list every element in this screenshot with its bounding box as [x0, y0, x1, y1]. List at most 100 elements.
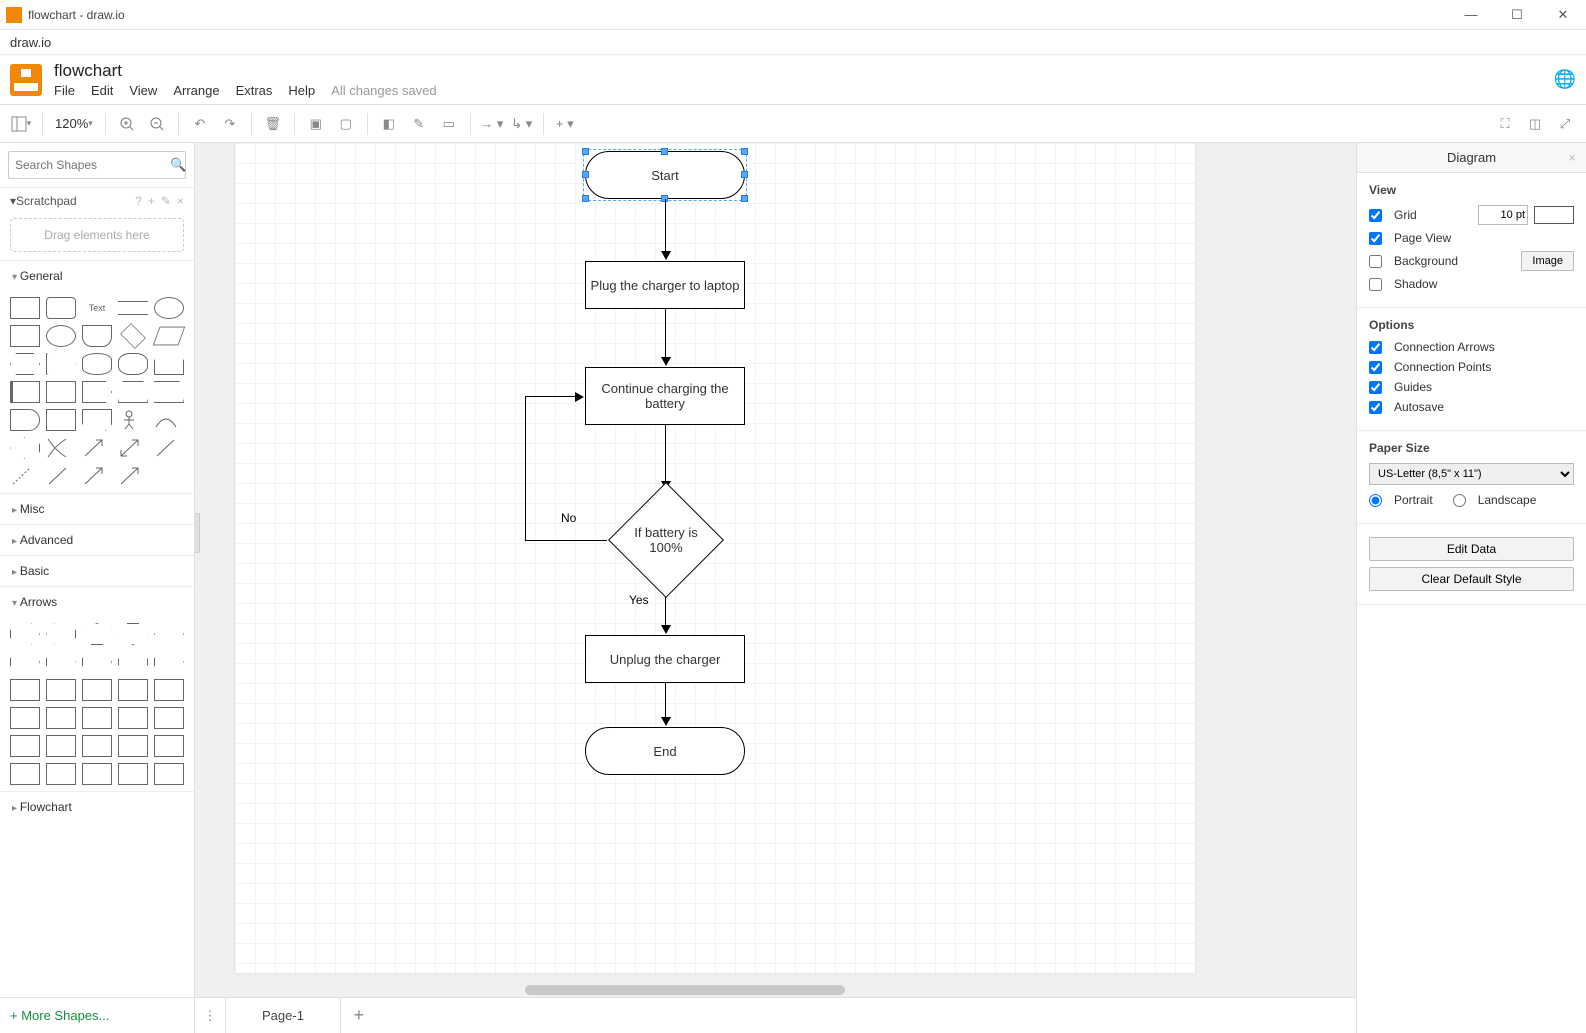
arrow-28[interactable] — [82, 763, 112, 785]
maximize-button[interactable]: ☐ — [1494, 0, 1540, 30]
shadow-checkbox[interactable] — [1369, 278, 1382, 291]
scratchpad-dropzone[interactable]: Drag elements here — [10, 218, 184, 252]
fullscreen-icon[interactable]: ⛶ — [1492, 111, 1518, 137]
zoom-out-icon[interactable] — [144, 111, 170, 137]
edge-no-v[interactable] — [525, 396, 526, 541]
menu-arrange[interactable]: Arrange — [173, 83, 219, 98]
shape-biarrow[interactable] — [118, 437, 148, 459]
shape-arrow-ne[interactable] — [82, 437, 112, 459]
shape-ellipse[interactable] — [154, 297, 184, 319]
grid-size-input[interactable] — [1478, 205, 1528, 225]
grid-checkbox[interactable] — [1369, 209, 1382, 222]
shape-diamond[interactable] — [120, 323, 146, 349]
shape-cloud[interactable] — [118, 353, 148, 375]
search-icon[interactable]: 🔍 — [170, 157, 186, 173]
shape-actor[interactable] — [118, 409, 148, 431]
arrow-lr[interactable] — [154, 623, 184, 645]
shape-tape[interactable] — [154, 381, 184, 403]
arrow-up[interactable] — [82, 623, 112, 645]
shape-dashline[interactable] — [10, 465, 40, 487]
landscape-radio[interactable] — [1453, 494, 1466, 507]
arrow-26[interactable] — [10, 763, 40, 785]
edge-no-h1[interactable] — [525, 540, 607, 541]
shape-line2[interactable] — [46, 465, 76, 487]
waypoint-icon[interactable]: ↳ ▾ — [509, 111, 535, 137]
arrow-21[interactable] — [10, 735, 40, 757]
redo-icon[interactable]: ↷ — [217, 111, 243, 137]
close-panel-icon[interactable]: × — [1568, 150, 1576, 165]
shape-square[interactable] — [10, 325, 40, 347]
shadow-icon[interactable]: ▭ — [436, 111, 462, 137]
menu-file[interactable]: File — [54, 83, 75, 98]
minimize-button[interactable]: — — [1448, 0, 1494, 30]
expand-icon[interactable]: ⤢ — [1552, 111, 1578, 137]
arrow-14[interactable] — [118, 679, 148, 701]
menu-help[interactable]: Help — [288, 83, 315, 98]
shape-line[interactable] — [154, 437, 184, 459]
node-continue[interactable]: Continue charging the battery — [585, 367, 745, 425]
arrow-8[interactable] — [82, 651, 112, 673]
shape-parallelogram[interactable] — [153, 327, 185, 346]
menu-edit[interactable]: Edit — [91, 83, 113, 98]
arrow-17[interactable] — [46, 707, 76, 729]
node-plug[interactable]: Plug the charger to laptop — [585, 261, 745, 309]
arrow-18[interactable] — [82, 707, 112, 729]
portrait-radio[interactable] — [1369, 494, 1382, 507]
shape-triangle[interactable] — [46, 353, 76, 375]
edge-no-h2[interactable] — [525, 396, 577, 397]
shape-card[interactable] — [46, 409, 76, 431]
horizontal-scrollbar[interactable] — [525, 985, 845, 995]
guides-checkbox[interactable] — [1369, 381, 1382, 394]
line-color-icon[interactable]: ✎ — [406, 111, 432, 137]
scratchpad-header[interactable]: ▾ Scratchpad ? + ✎ × — [0, 187, 194, 214]
arrow-6[interactable] — [10, 651, 40, 673]
page-tab-1[interactable]: Page-1 — [225, 998, 341, 1033]
shape-doc[interactable] — [154, 353, 184, 375]
edge-2[interactable] — [665, 309, 666, 359]
shape-process[interactable] — [82, 325, 112, 347]
canvas[interactable]: Start Plug the charger to laptop Continu… — [195, 143, 1356, 1033]
category-basic[interactable]: Basic — [0, 555, 194, 586]
arrow-13[interactable] — [82, 679, 112, 701]
add-icon[interactable]: + — [148, 194, 155, 208]
arrow-22[interactable] — [46, 735, 76, 757]
add-page-button[interactable]: + — [341, 1005, 377, 1026]
shape-trap[interactable] — [118, 381, 148, 403]
edge-3[interactable] — [665, 425, 666, 483]
arrow-left[interactable] — [46, 623, 76, 645]
node-end[interactable]: End — [585, 727, 745, 775]
node-decision[interactable]: If battery is 100% — [608, 482, 724, 598]
edge-1[interactable] — [665, 199, 666, 253]
arrow-11[interactable] — [10, 679, 40, 701]
arrow-12[interactable] — [46, 679, 76, 701]
edge-5[interactable] — [665, 683, 666, 719]
grid-color-swatch[interactable] — [1534, 206, 1574, 224]
zoom-in-icon[interactable] — [114, 111, 140, 137]
arrow-25[interactable] — [154, 735, 184, 757]
edge-yes[interactable] — [665, 597, 666, 627]
shape-internal[interactable] — [10, 381, 40, 403]
node-unplug[interactable]: Unplug the charger — [585, 635, 745, 683]
edit-data-button[interactable]: Edit Data — [1369, 537, 1574, 561]
category-misc[interactable]: Misc — [0, 493, 194, 524]
shape-or[interactable] — [46, 437, 76, 459]
arrow-10[interactable] — [154, 651, 184, 673]
autosave-checkbox[interactable] — [1369, 401, 1382, 414]
arrow-7[interactable] — [46, 651, 76, 673]
zoom-level[interactable]: 120% ▾ — [51, 111, 97, 137]
menu-extras[interactable]: Extras — [236, 83, 273, 98]
shape-note[interactable] — [10, 409, 40, 431]
format-panel-icon[interactable]: ◫ — [1522, 111, 1548, 137]
page-menu-icon[interactable]: ⋮ — [195, 1008, 225, 1024]
arrow-30[interactable] — [154, 763, 184, 785]
search-input[interactable] — [15, 158, 170, 172]
shape-cylinder[interactable] — [82, 353, 112, 375]
shape-callout[interactable] — [82, 409, 112, 431]
close-icon[interactable]: × — [177, 194, 184, 208]
arrow-9[interactable] — [118, 651, 148, 673]
shape-step[interactable] — [82, 381, 112, 403]
connection-icon[interactable]: → ▾ — [479, 111, 505, 137]
category-flowchart[interactable]: Flowchart — [0, 791, 194, 822]
insert-icon[interactable]: + ▾ — [552, 111, 578, 137]
shape-rect[interactable] — [10, 297, 40, 319]
